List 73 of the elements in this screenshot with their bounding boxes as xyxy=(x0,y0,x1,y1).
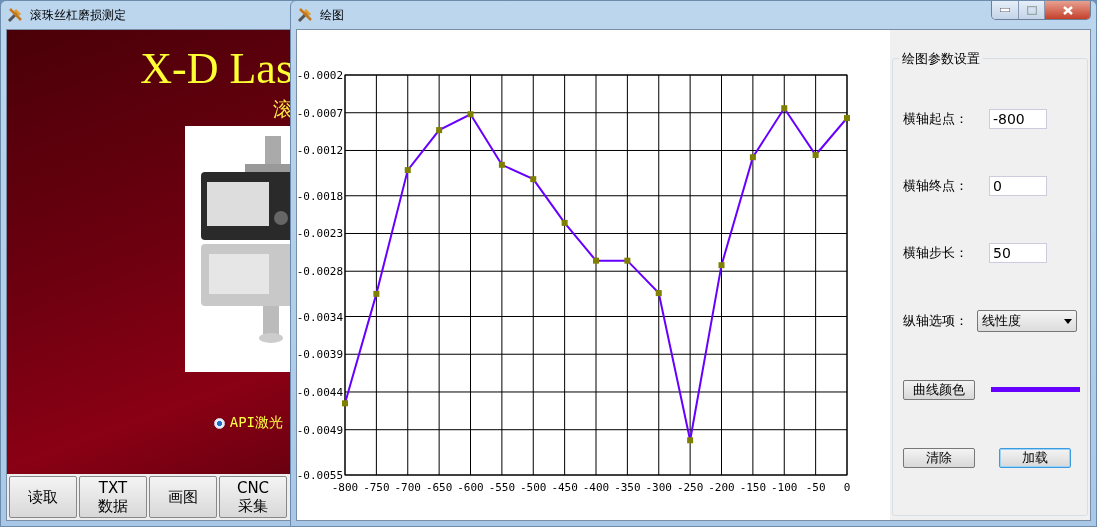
x-tick-label: -600 xyxy=(457,481,484,494)
y-tick-label: -0.0018 xyxy=(297,189,343,203)
data-point xyxy=(749,154,756,161)
x-tick-label: -50 xyxy=(805,481,826,494)
radio-button[interactable] xyxy=(213,417,225,429)
x-tick-label: -250 xyxy=(676,481,704,494)
input-field[interactable]: -800 xyxy=(989,108,1047,129)
data-point xyxy=(342,400,348,407)
data-point xyxy=(718,262,725,269)
data-point xyxy=(498,161,505,168)
x-tick-label: 0 xyxy=(843,481,851,494)
y-tick-label: -0.0007 xyxy=(297,106,343,120)
field-label: 横轴步长： xyxy=(903,244,969,263)
x-tick-label: -150 xyxy=(739,481,767,494)
axis-dropdown[interactable]: 线性度 xyxy=(977,310,1077,333)
y-tick-label: -0.0002 xyxy=(297,69,343,82)
data-point xyxy=(812,152,819,158)
data-point xyxy=(467,111,474,118)
x-tick-label: -700 xyxy=(394,481,421,494)
data-point xyxy=(373,290,380,297)
input-field[interactable]: 50 xyxy=(989,243,1047,264)
field-label: 横轴起点： xyxy=(903,109,969,128)
window-title: 滚珠丝杠磨损测定 xyxy=(30,6,126,24)
input-field[interactable]: 0 xyxy=(989,176,1047,197)
group-title: 绘图参数设置 xyxy=(899,50,983,68)
tools-icon xyxy=(296,6,314,24)
x-tick-label: -800 xyxy=(331,481,359,494)
x-tick-label: -400 xyxy=(582,481,610,494)
y-tick-label: -0.0023 xyxy=(297,227,343,241)
action-button[interactable]: 清除 xyxy=(903,447,975,468)
toolbar-button[interactable]: TXT 数据 xyxy=(79,476,147,518)
x-tick-label: -550 xyxy=(488,481,516,494)
y-tick-label: -0.0039 xyxy=(297,348,343,362)
maximize-icon xyxy=(1026,5,1037,15)
close-button[interactable] xyxy=(1044,1,1090,19)
toolbar-button[interactable]: 读取 xyxy=(9,476,77,518)
x-tick-label: -500 xyxy=(520,481,547,494)
banner-title: X-D Las xyxy=(139,43,293,94)
close-icon xyxy=(1062,5,1073,15)
data-point xyxy=(844,115,850,121)
field-label: 横轴终点： xyxy=(903,177,969,196)
y-tick-label: -0.0055 xyxy=(297,469,343,482)
data-point xyxy=(593,257,599,264)
x-tick-label: -100 xyxy=(771,481,798,494)
tools-icon xyxy=(6,6,24,24)
x-tick-label: -750 xyxy=(363,481,390,494)
toolbar-button[interactable]: CNC 采集 xyxy=(219,476,287,518)
data-point xyxy=(530,176,537,183)
data-point xyxy=(624,257,631,264)
x-tick-label: -200 xyxy=(708,481,735,494)
data-point xyxy=(655,290,662,297)
action-button[interactable]: 加载 xyxy=(999,447,1071,468)
x-tick-label: -650 xyxy=(425,481,453,494)
y-tick-label: -0.0034 xyxy=(297,310,343,324)
window-title: 绘图 xyxy=(320,6,344,24)
x-tick-label: -350 xyxy=(614,481,641,494)
color-button[interactable]: 曲线颜色 xyxy=(903,379,975,400)
banner-subtitle: 滚 xyxy=(272,96,293,123)
data-point xyxy=(781,105,788,112)
y-tick-label: -0.0012 xyxy=(297,144,343,158)
x-tick-label: -450 xyxy=(551,481,578,494)
toolbar-button[interactable]: 画图 xyxy=(149,476,217,518)
data-point xyxy=(436,127,443,134)
minimize-icon xyxy=(1000,8,1010,12)
y-tick-label: -0.0049 xyxy=(297,423,343,437)
y-tick-label: -0.0044 xyxy=(297,386,343,399)
radio-label: API激光 xyxy=(229,414,283,432)
data-point xyxy=(404,167,411,174)
x-tick-label: -300 xyxy=(645,481,672,494)
data-point xyxy=(561,219,568,226)
caret-icon xyxy=(1064,318,1072,324)
data-point xyxy=(687,437,694,444)
y-tick-label: -0.0028 xyxy=(297,265,343,279)
